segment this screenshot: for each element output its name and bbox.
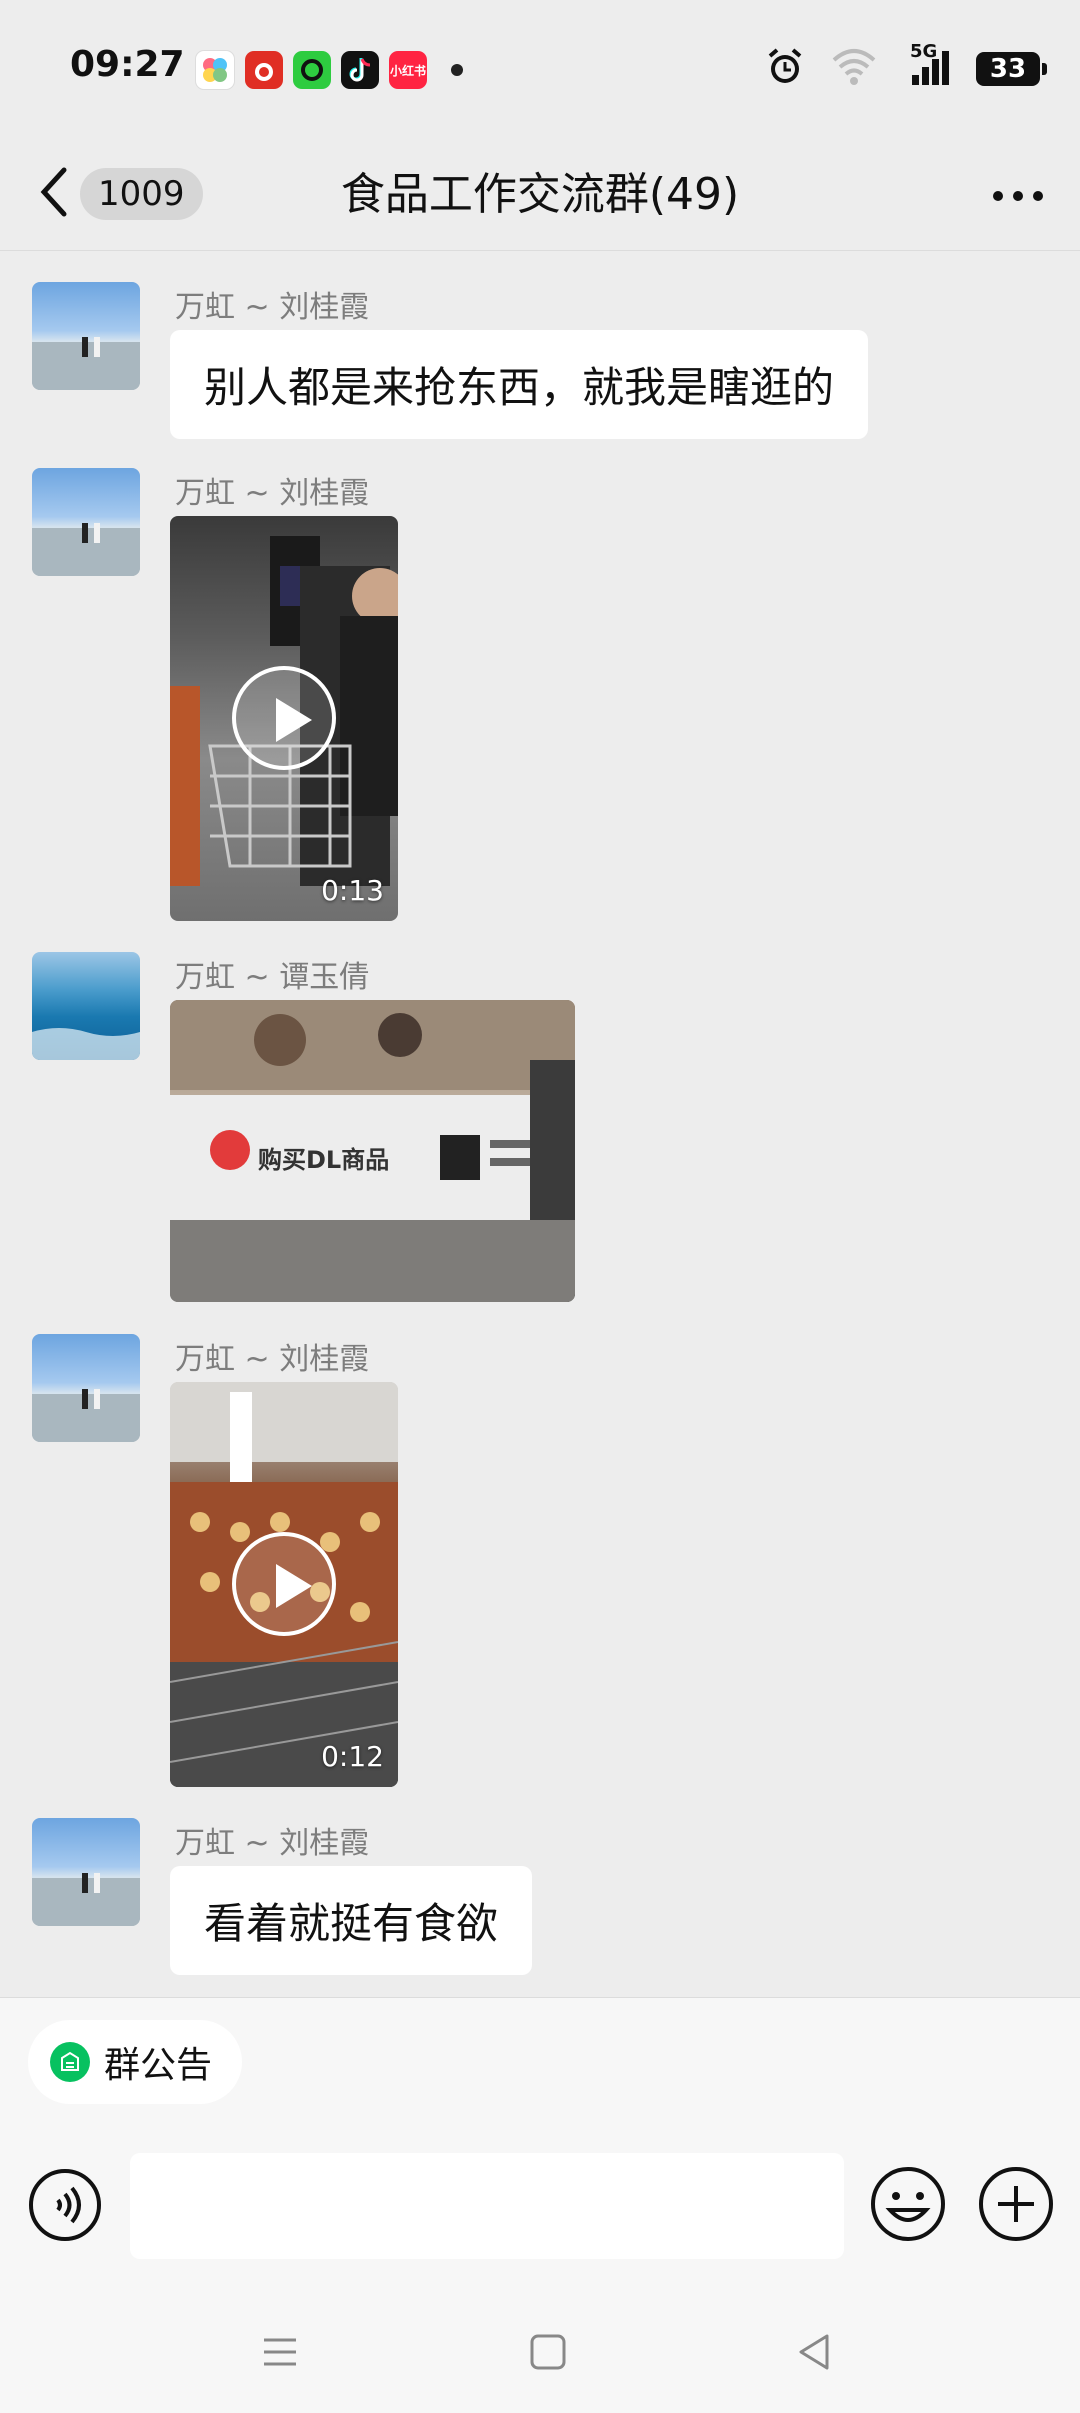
tiktok-app-icon [341, 51, 379, 89]
chat-header: 1009 食品工作交流群(49) [0, 140, 1080, 251]
video-duration: 0:12 [321, 1740, 384, 1773]
more-notifications-dot [451, 64, 463, 76]
back-button[interactable]: 1009 [38, 162, 238, 226]
video-message[interactable]: 0:12 [170, 1382, 398, 1787]
pinduoduo-app-icon [245, 51, 283, 89]
video-message[interactable]: 0:13 [170, 516, 398, 921]
message-input[interactable] [130, 2153, 844, 2259]
avatar[interactable] [32, 1334, 140, 1442]
message-item: 万虹 ~ 刘桂霞 看着就挺有食欲 [0, 1798, 1080, 1975]
announcement-icon [50, 2042, 90, 2082]
plus-circle-icon [976, 2167, 1056, 2248]
image-message[interactable]: 购买DL商品 [170, 1000, 575, 1302]
back-nav-button[interactable] [785, 2322, 845, 2382]
text-message-bubble[interactable]: 别人都是来抢东西，就我是瞎逛的 [170, 330, 869, 439]
battery-indicator: 33 [976, 52, 1047, 86]
avatar[interactable] [32, 1818, 140, 1926]
green-circle-app-icon [293, 51, 331, 89]
home-nav-button[interactable] [518, 2322, 578, 2382]
message-item: 万虹 ~ 刘桂霞 0:12 [0, 1314, 1080, 1787]
message-item: 万虹 ~ 刘桂霞 0:13 [0, 448, 1080, 921]
sender-name: 万虹 ~ 刘桂霞 [175, 1342, 370, 1377]
more-functions-button[interactable] [976, 2164, 1056, 2244]
message-item: 万虹 ~ 刘桂霞 别人都是来抢东西，就我是瞎逛的 [0, 262, 1080, 439]
emoji-button[interactable] [868, 2164, 948, 2244]
alarm-icon [764, 46, 806, 92]
avatar[interactable] [32, 282, 140, 390]
photos-app-icon [195, 50, 235, 90]
image-sign-text: 购买DL商品 [258, 1146, 390, 1174]
ellipsis-icon [992, 187, 1044, 206]
group-announcement-button[interactable]: 群公告 [28, 2020, 243, 2104]
video-duration: 0:13 [321, 874, 384, 907]
sender-name: 万虹 ~ 刘桂霞 [175, 290, 370, 325]
message-item: 万虹 ~ 谭玉倩 购买DL商品 [0, 932, 1080, 1302]
system-navigation-bar [0, 2298, 1080, 2413]
announcement-label: 群公告 [104, 2045, 213, 2086]
message-list[interactable]: 万虹 ~ 刘桂霞 别人都是来抢东西，就我是瞎逛的 万虹 ~ 刘桂霞 0:13 万… [0, 252, 1080, 1997]
sender-name: 万虹 ~ 刘桂霞 [175, 1826, 370, 1861]
chat-title: 食品工作交流群(49) [340, 169, 740, 220]
more-options-button[interactable] [986, 166, 1050, 226]
play-icon[interactable] [232, 666, 336, 770]
xiaohongshu-app-icon: 小红书 [389, 51, 427, 89]
sender-name: 万虹 ~ 刘桂霞 [175, 476, 370, 511]
avatar[interactable] [32, 952, 140, 1060]
network-type-label: 5G [910, 41, 938, 62]
system-status-icons: 5G 33 [764, 41, 1047, 92]
voice-input-button[interactable] [28, 2168, 102, 2242]
chat-input-area: 群公告 [0, 1997, 1080, 2413]
cellular-signal-icon: 5G [902, 41, 952, 91]
status-bar: 09:27 小红书 5G 33 [0, 0, 1080, 140]
notification-icons: 小红书 [195, 50, 463, 90]
status-time: 09:27 [70, 44, 185, 85]
unread-count-badge: 1009 [80, 168, 203, 220]
avatar[interactable] [32, 468, 140, 576]
play-icon[interactable] [232, 1532, 336, 1636]
sender-name: 万虹 ~ 谭玉倩 [175, 960, 370, 995]
voice-icon [28, 2169, 102, 2246]
menu-nav-button[interactable] [250, 2322, 310, 2382]
chevron-left-icon [38, 166, 68, 222]
text-message-bubble[interactable]: 看着就挺有食欲 [170, 1866, 533, 1975]
wifi-icon [830, 48, 878, 90]
smiley-icon [868, 2167, 948, 2248]
